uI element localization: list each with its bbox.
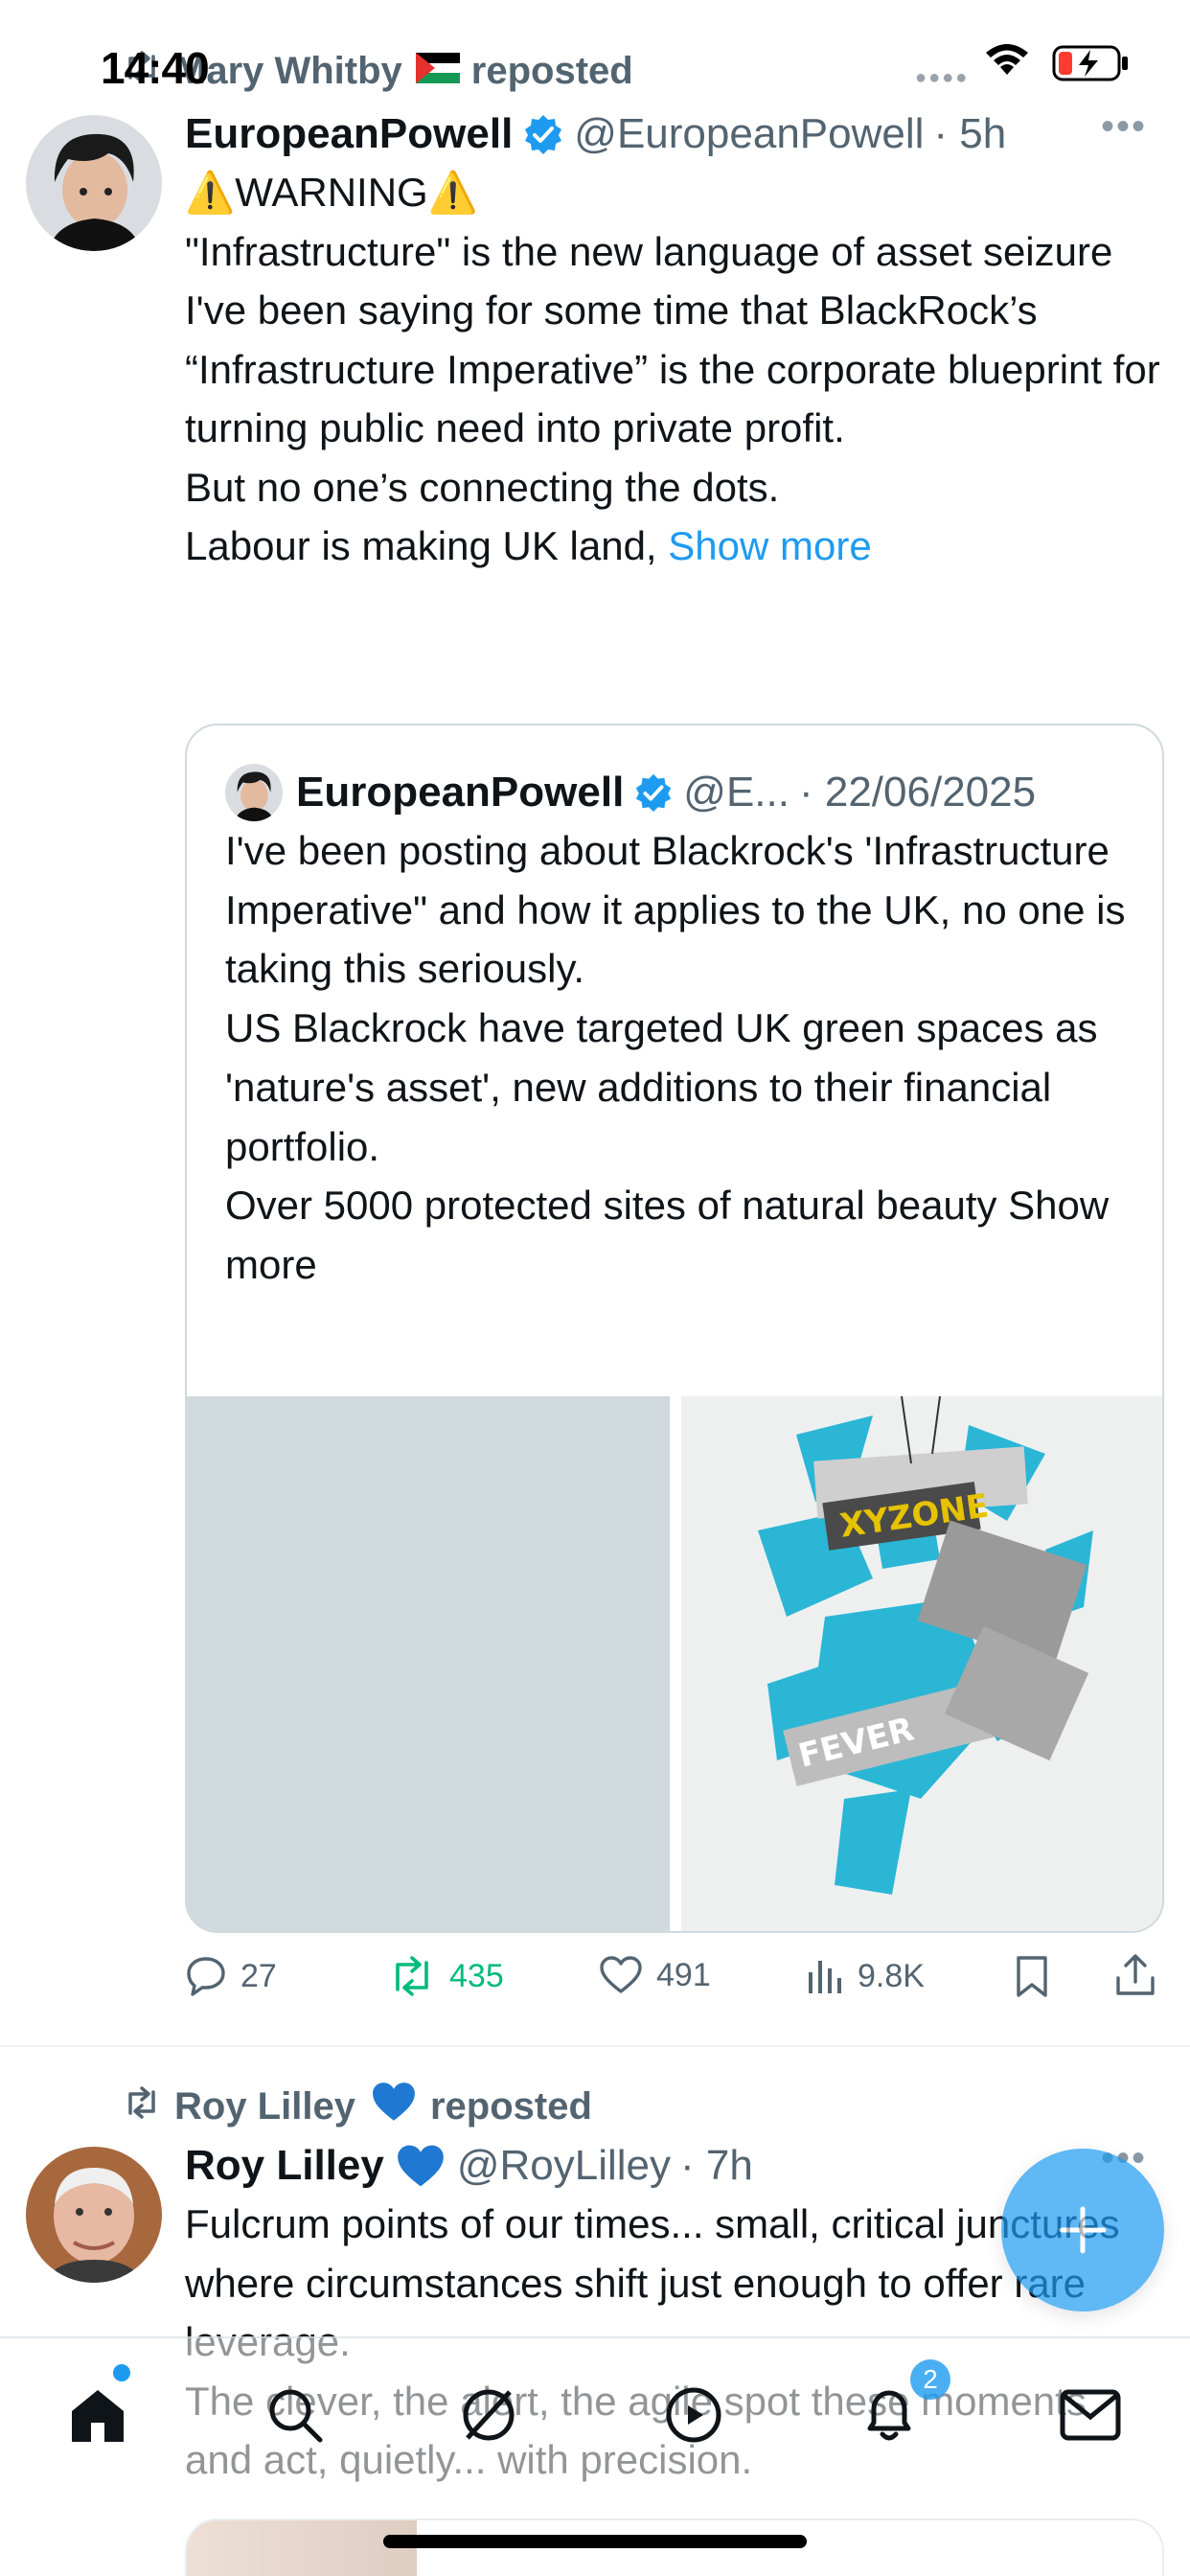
author-handle[interactable]: @EuropeanPowell	[574, 110, 924, 158]
tweet-content: EuropeanPowell @EuropeanPowell · 5h ••• …	[185, 105, 1162, 576]
quote-date: · 22/06/2025	[798, 769, 1037, 816]
show-more-link[interactable]: Show more	[668, 523, 871, 568]
messages-icon	[1060, 2389, 1121, 2441]
quote-text-body: I've been posting about Blackrock's 'Inf…	[225, 828, 1126, 1229]
like-button[interactable]: 491	[599, 1955, 711, 1995]
repost-context[interactable]: Roy Lilley reposted	[123, 2080, 592, 2133]
like-count: 491	[656, 1956, 711, 1993]
plus-icon	[1059, 2206, 1107, 2254]
share-icon	[1116, 1954, 1155, 1995]
tweet-timestamp[interactable]: · 7h	[680, 2142, 753, 2190]
reposted-label: reposted	[429, 2084, 592, 2128]
author-handle[interactable]: @RoyLilley	[457, 2142, 671, 2190]
nav-home[interactable]	[59, 2377, 136, 2453]
nav-search[interactable]	[257, 2377, 333, 2453]
status-bar: 14:40 ●●●●	[0, 0, 1190, 96]
grok-icon	[463, 2389, 515, 2441]
nav-grok[interactable]	[450, 2377, 527, 2453]
avatar[interactable]	[26, 2147, 162, 2283]
author-name[interactable]: EuropeanPowell	[185, 110, 513, 158]
verified-badge-icon	[522, 113, 564, 155]
tweet-text-line: I've been saying for some time that Blac…	[185, 288, 1172, 450]
author-name[interactable]: Roy Lilley	[185, 2142, 384, 2190]
tweet-actions: 27 435 491 9.8K	[185, 1945, 1172, 2022]
reposter-name: Roy Lilley	[174, 2084, 355, 2128]
repost-count: 435	[449, 1957, 504, 1994]
reply-button[interactable]: 27	[185, 1955, 277, 1997]
heart-icon	[600, 1956, 642, 1993]
view-count: 9.8K	[858, 1957, 925, 1994]
tweet-divider	[0, 2045, 1190, 2047]
communities-icon	[666, 2387, 721, 2443]
tweet-header: EuropeanPowell @EuropeanPowell · 5h •••	[185, 105, 1162, 163]
notifications-badge: 2	[910, 2359, 950, 2400]
tweet-text-line: Labour is making UK land,	[185, 523, 669, 568]
views-icon	[809, 1961, 841, 1993]
tweet-text: ⚠️WARNING⚠️ "Infrastructure" is the new …	[185, 163, 1162, 576]
quote-author-handle: @E...	[683, 769, 790, 816]
blue-heart-icon	[394, 2142, 447, 2190]
more-options-icon[interactable]: •••	[1101, 105, 1147, 149]
repost-button[interactable]: 435	[388, 1955, 504, 1997]
repost-icon	[396, 1956, 428, 1996]
status-time: 14:40	[101, 43, 210, 93]
search-icon	[269, 2389, 323, 2443]
home-icon	[72, 2390, 124, 2442]
home-indicator[interactable]	[383, 2535, 807, 2548]
compose-button[interactable]	[1001, 2149, 1164, 2312]
media-image[interactable]: XYZONE FEVER	[681, 1396, 1162, 1931]
bookmark-button[interactable]	[1014, 1955, 1064, 1999]
quote-avatar	[225, 764, 283, 821]
quote-text: I've been posting about Blackrock's 'Inf…	[225, 821, 1135, 1295]
repost-icon	[123, 2085, 161, 2128]
unread-dot	[113, 2364, 130, 2381]
bookmark-icon	[1017, 1956, 1047, 1997]
verified-badge-icon	[633, 772, 674, 813]
nav-communities[interactable]	[655, 2377, 732, 2453]
battery-icon	[1052, 44, 1131, 87]
reply-count: 27	[240, 1957, 277, 1994]
tweet-timestamp[interactable]: · 5h	[933, 110, 1006, 158]
wifi-icon	[982, 40, 1032, 83]
quoted-tweet[interactable]: EuropeanPowell @E... · 22/06/2025 I've b…	[185, 724, 1164, 1933]
tweet-text-line: ⚠️WARNING⚠️	[185, 170, 479, 215]
avatar[interactable]	[26, 115, 162, 251]
quote-header: EuropeanPowell @E... · 22/06/2025	[225, 764, 1036, 821]
reply-icon	[187, 1957, 225, 1996]
nav-messages[interactable]	[1052, 2377, 1129, 2453]
share-button[interactable]	[1114, 1953, 1170, 1997]
blue-heart-icon	[369, 2080, 419, 2133]
notifications-icon	[867, 2390, 911, 2441]
tweet-text-line: "Infrastructure" is the new language of …	[185, 228, 1113, 274]
cellular-signal-icon: ●●●●	[915, 67, 970, 88]
media-placeholder[interactable]	[187, 1396, 670, 1931]
quote-author-name: EuropeanPowell	[296, 769, 625, 816]
tweet-text-line: But no one’s connecting the dots.	[185, 464, 780, 510]
views-button[interactable]: 9.8K	[806, 1955, 925, 1997]
